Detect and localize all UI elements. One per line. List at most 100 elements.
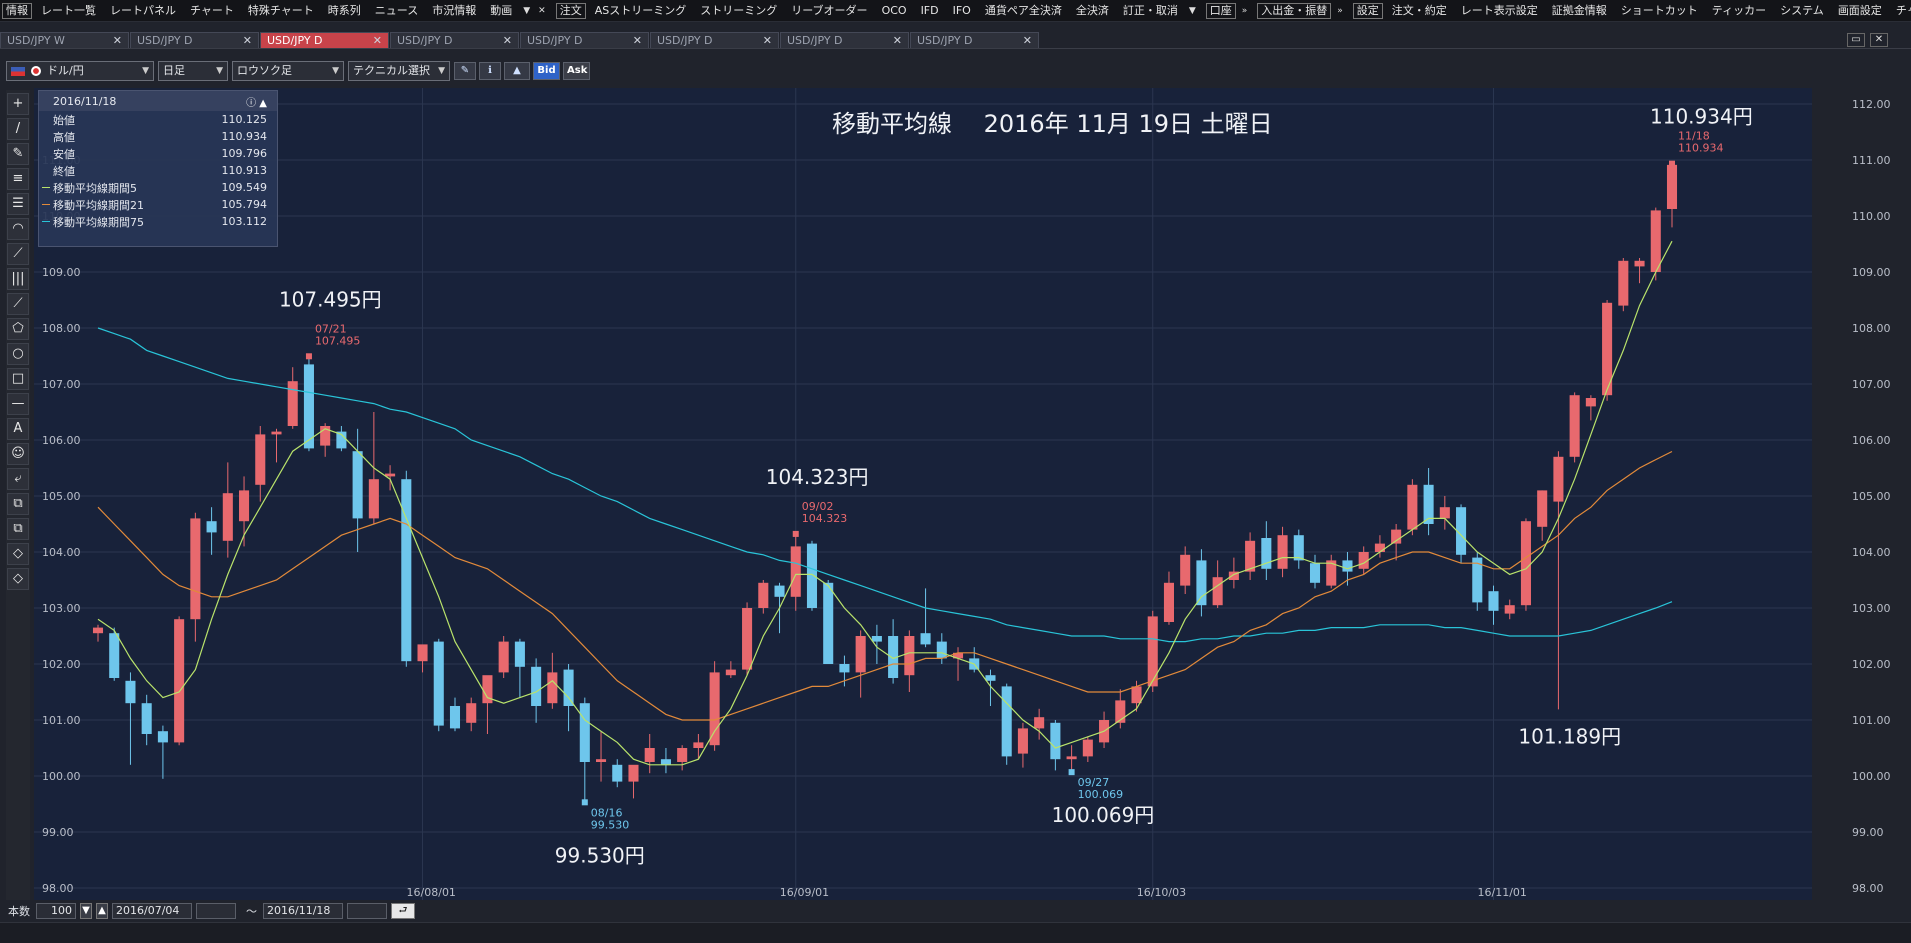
drawing-tool-icon[interactable]: / [7,118,29,140]
menu-settle-all[interactable]: 全決済 [1069,0,1116,21]
menu-ticker[interactable]: ティッカー [1705,0,1773,21]
drawing-tool-icon[interactable]: ◠ [7,218,29,240]
menu-screen-settings[interactable]: 画面設定 [1831,0,1889,21]
menu-ifd[interactable]: IFD [914,0,946,21]
candle-up [1520,521,1531,606]
menu-deposit[interactable]: 入出金・振替 [1257,2,1332,19]
technical-select[interactable]: テクニカル選択 ▼ [348,61,450,81]
close-tab-icon[interactable]: ✕ [243,33,252,48]
close-icon[interactable]: ✕ [534,6,550,16]
ask-button[interactable]: Ask [563,62,590,80]
drawing-tool-icon[interactable]: A [7,418,29,440]
menu-modify-cancel[interactable]: 訂正・取消 [1116,0,1185,21]
drawing-tool-icon[interactable]: — [7,393,29,415]
bar-count-input[interactable]: 100 [36,903,76,919]
menu-order[interactable]: 注文 [555,2,586,19]
from-date-field[interactable]: 2016/07/04 [112,903,192,919]
menu-order-exec[interactable]: 注文・約定 [1385,0,1454,21]
menu-margin-info[interactable]: 証拠金情報 [1545,0,1614,21]
menu-leave-order[interactable]: リーブオーダー [784,0,874,21]
candle-down [141,703,152,734]
period-select[interactable]: 日足 ▼ [158,61,228,81]
menu-oco[interactable]: OCO [875,0,914,21]
candle-down [936,641,947,659]
area-chart-icon[interactable]: ▲ [504,62,530,80]
menu-streaming[interactable]: ストリーミング [693,0,784,21]
bid-button[interactable]: Bid [533,62,560,80]
menu-system[interactable]: システム [1773,0,1831,21]
double-chevron-icon[interactable]: » [1333,6,1347,16]
candle-down [1001,686,1012,757]
menu-account[interactable]: 口座 [1205,2,1236,19]
menu-chart-settings[interactable]: チャート [1889,0,1911,21]
chart-area[interactable]: 112.00112.00111.00111.00110.00110.00109.… [32,88,1911,900]
info-icon[interactable]: ℹ [479,62,501,80]
chart-tab[interactable]: USD/JPY W ✕ [0,32,129,48]
menu-rate-display[interactable]: レート表示設定 [1454,0,1545,21]
menu-time-series[interactable]: 時系列 [321,0,368,21]
return-icon[interactable]: ⮐ [391,903,415,919]
menu-as-streaming[interactable]: ASストリーミング [588,0,694,21]
from-time-field[interactable] [196,903,236,919]
menu-news[interactable]: ニュース [368,0,425,21]
chevron-down-icon[interactable]: ▼ [1185,6,1200,16]
chart-tab[interactable]: USD/JPY D ✕ [520,32,649,48]
to-date-field[interactable]: 2016/11/18 [263,903,343,919]
drawing-tool-icon[interactable]: ⤶ [7,468,29,490]
menu-special-chart[interactable]: 特殊チャート [241,0,321,21]
menu-pair-settle[interactable]: 通貨ペア全決済 [978,0,1069,21]
drawing-tool-icon[interactable]: + [7,93,29,115]
drawing-tool-icon[interactable]: ⬠ [7,318,29,340]
candlestick-chart[interactable]: 112.00112.00111.00111.00110.00110.00109.… [32,88,1911,900]
legend-swatch [42,187,50,188]
close-tab-icon[interactable]: ✕ [763,33,772,48]
drawing-tool-icon[interactable]: ◇ [7,543,29,565]
chevron-down-icon[interactable]: ▼ [519,6,534,16]
chart-tab[interactable]: USD/JPY D ✕ [650,32,779,48]
chart-type-select[interactable]: ロウソク足 ▼ [232,61,344,81]
chart-tab[interactable]: USD/JPY D ✕ [260,32,389,48]
drawing-tool-icon[interactable]: ✎ [7,143,29,165]
drawing-tool-icon[interactable]: ◇ [7,568,29,590]
menu-info[interactable]: 情報 [2,2,32,19]
menu-rate-list[interactable]: レート一覧 [34,0,103,21]
to-time-field[interactable] [347,903,387,919]
drawing-tool-icon[interactable]: ⟋ [7,293,29,315]
menu-shortcut[interactable]: ショートカット [1614,0,1705,21]
info-panel-collapse-icon[interactable]: ⓘ ▲ [246,94,267,109]
close-tab-icon[interactable]: ✕ [373,33,382,48]
close-tab-icon[interactable]: ✕ [893,33,902,48]
drawing-tool-icon[interactable]: ○ [7,343,29,365]
pen-icon[interactable]: ✎ [454,62,476,80]
currency-pair-select[interactable]: ドル/円 ▼ [6,61,154,81]
close-tab-icon[interactable]: ✕ [113,33,122,48]
candle-up [709,672,720,746]
menu-market-info[interactable]: 市況情報 [425,0,483,21]
drawing-tool-icon[interactable]: ⧉ [7,518,29,540]
drawing-tool-icon[interactable]: ⧉ [7,493,29,515]
drawing-tool-icon[interactable]: ☺ [7,443,29,465]
close-icon[interactable]: ✕ [1870,33,1888,47]
drawing-tool-icon[interactable]: ⟋ [7,243,29,265]
chevron-down-icon[interactable]: ▼ [80,903,92,919]
menu-ifo[interactable]: IFO [946,0,978,21]
drawing-tool-icon[interactable]: ☰ [7,193,29,215]
menu-rate-panel[interactable]: レートパネル [103,0,183,21]
chart-tab[interactable]: USD/JPY D ✕ [130,32,259,48]
menu-video[interactable]: 動画 [483,0,519,21]
double-chevron-icon[interactable]: » [1238,6,1252,16]
close-tab-icon[interactable]: ✕ [1023,33,1032,48]
close-tab-icon[interactable]: ✕ [633,33,642,48]
chart-tab[interactable]: USD/JPY D ✕ [390,32,519,48]
drawing-tool-icon[interactable]: ≡ [7,168,29,190]
drawing-tool-icon[interactable]: ||| [7,268,29,290]
extreme-marker [792,530,799,537]
close-tab-icon[interactable]: ✕ [503,33,512,48]
chart-tab[interactable]: USD/JPY D ✕ [780,32,909,48]
chart-tab[interactable]: USD/JPY D ✕ [910,32,1039,48]
menu-chart[interactable]: チャート [183,0,241,21]
maximize-icon[interactable]: ▭ [1847,33,1865,47]
drawing-tool-icon[interactable]: □ [7,368,29,390]
menu-settings[interactable]: 設定 [1352,2,1383,19]
chevron-up-icon[interactable]: ▲ [96,903,108,919]
